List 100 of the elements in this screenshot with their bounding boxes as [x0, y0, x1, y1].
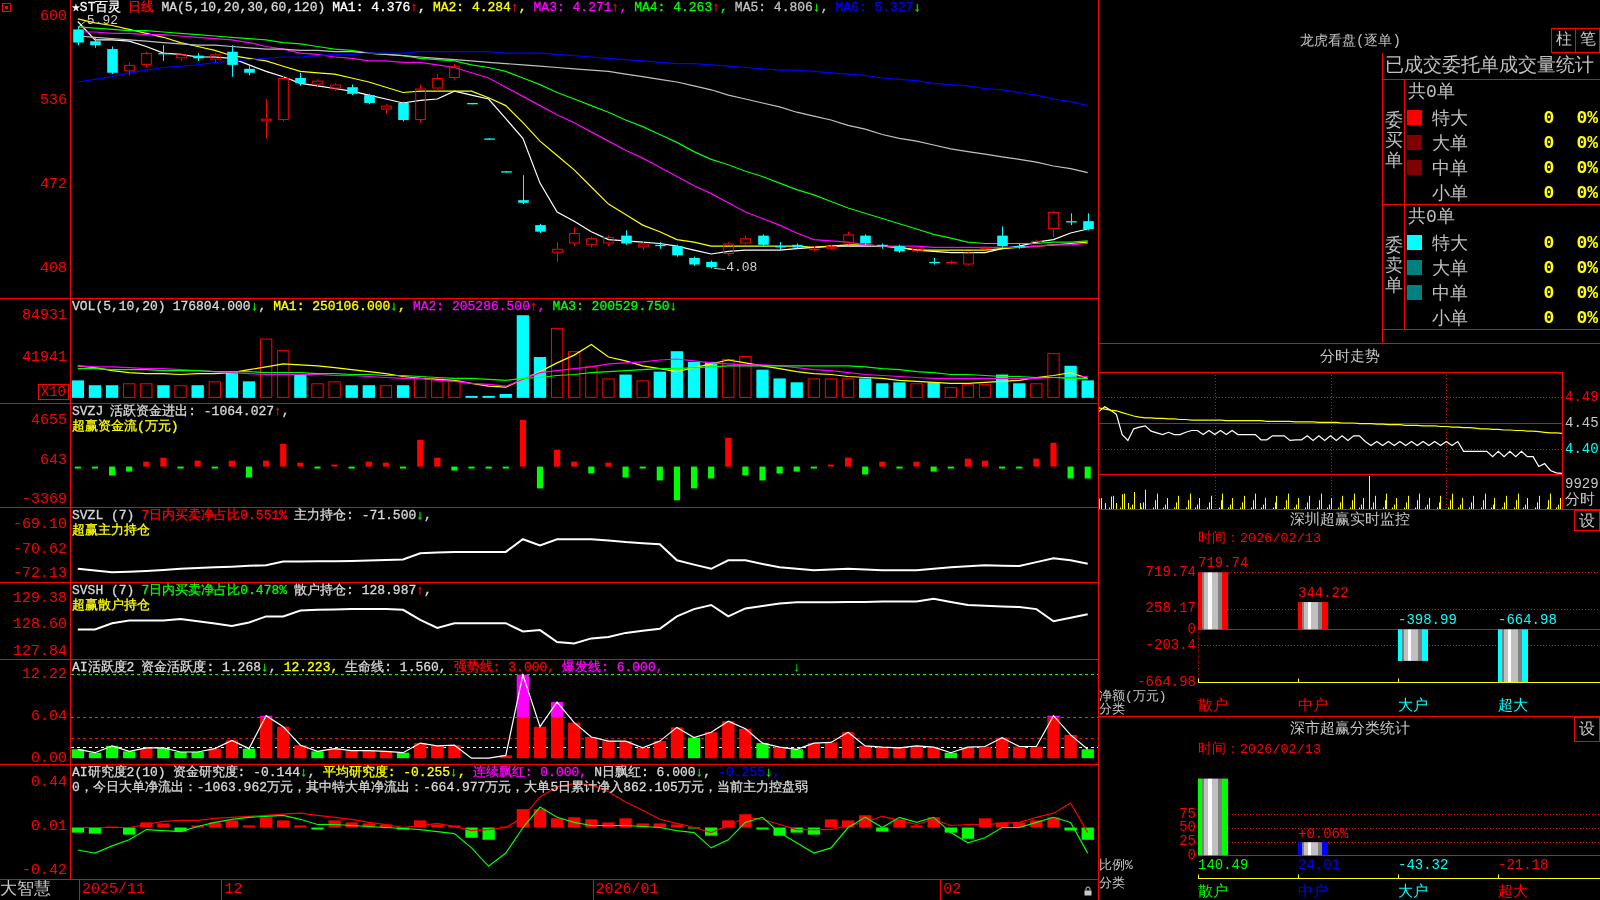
bar: [739, 728, 752, 759]
axis-label: 643: [40, 452, 67, 468]
bar: [690, 466, 698, 489]
indicator-readout: MA3: 4.271↑,: [533, 0, 628, 15]
bar: [71, 380, 84, 398]
bar: [673, 466, 680, 501]
bar: [362, 385, 375, 398]
candlestick: [894, 244, 905, 254]
axis-label: -0.42: [22, 862, 67, 878]
indicator-readout: AI活跃度2: [72, 660, 135, 675]
bar: [756, 827, 769, 830]
category-label: 超大: [1498, 884, 1528, 900]
axis-title: 比例%: [1099, 858, 1133, 872]
timestamp: 时间：2026/02/13: [1197, 742, 1322, 758]
bar: [431, 378, 444, 398]
bar: [619, 818, 632, 828]
bar: [533, 809, 547, 828]
bar: [810, 466, 817, 469]
bar: [160, 457, 167, 467]
value-label: -21.18: [1498, 858, 1549, 872]
axis-label: 4.49: [1565, 389, 1599, 404]
bar: [400, 466, 407, 469]
view-toggle-button[interactable]: 柱: [1551, 28, 1576, 53]
bar: [191, 752, 204, 759]
bar: [379, 385, 393, 398]
bar: [499, 394, 512, 398]
bar: [585, 819, 598, 828]
settings-button[interactable]: 设: [1574, 510, 1600, 531]
panel-title: 深市超赢分类统计: [1288, 719, 1411, 740]
category-label: 大户: [1398, 884, 1428, 900]
bar: [174, 385, 187, 398]
brand-label: 大智慧: [0, 880, 52, 900]
bar: [1198, 572, 1228, 630]
bar: [653, 371, 666, 398]
bar: [482, 395, 495, 398]
bar: [379, 751, 393, 759]
candlestick: [638, 240, 649, 251]
bar: [228, 460, 235, 467]
candlestick: [124, 61, 135, 76]
square-icon[interactable]: [2, 3, 11, 12]
lock-icon[interactable]: [1084, 886, 1092, 896]
axis-label: -69.10: [13, 516, 67, 532]
value-label: -664.98: [1498, 613, 1557, 628]
candlestick: [312, 78, 323, 88]
candlestick: [792, 243, 803, 250]
bar: [468, 466, 475, 469]
bar: [927, 817, 940, 828]
bar: [554, 449, 561, 467]
bar: [157, 385, 170, 398]
bar: [1013, 822, 1026, 828]
indicator-readout: 日线: [128, 0, 155, 15]
bar: [331, 464, 338, 467]
bar: [294, 374, 307, 398]
bar: [448, 825, 461, 828]
candlestick: [1066, 212, 1077, 226]
bar: [619, 374, 632, 398]
candlestick: [672, 244, 683, 258]
bar: [1033, 458, 1040, 467]
category-label: 中户: [1298, 884, 1328, 900]
bar: [742, 466, 749, 476]
axis-label: 4655: [31, 412, 67, 428]
bar: [157, 823, 170, 828]
bar: [999, 466, 1006, 469]
bar: [807, 827, 821, 835]
axis-label: 0.44: [31, 775, 67, 791]
candlestick: [877, 243, 888, 250]
candlestick: [227, 44, 238, 78]
bar: [277, 820, 290, 828]
candlestick: [775, 241, 786, 251]
value-label: 719.74: [1198, 556, 1249, 571]
indicator-readout: VOL(5,10,20): [72, 299, 166, 314]
bar: [1067, 466, 1074, 479]
order-count: 0: [1542, 307, 1556, 328]
indicator-readout: N日飘红: 6.000↓,: [594, 765, 712, 780]
axis-label: 127.84: [13, 643, 67, 659]
axis-label: 472: [40, 176, 67, 192]
bar: [827, 464, 835, 467]
candlestick: [432, 73, 443, 92]
candlestick: [929, 257, 940, 265]
bar: [859, 378, 872, 398]
settings-button[interactable]: 设: [1574, 717, 1600, 742]
bar: [705, 361, 718, 398]
bar: [414, 376, 427, 398]
bar: [841, 732, 855, 759]
leader-line: [78, 20, 87, 28]
candlestick: [1031, 239, 1042, 248]
bar: [996, 737, 1009, 759]
bar: [1047, 817, 1060, 828]
axis-label: 536: [40, 92, 67, 108]
bar: [245, 466, 253, 478]
axis-label: -664.98: [1136, 675, 1196, 689]
bar: [174, 752, 187, 759]
bar: [913, 461, 920, 467]
view-toggle-button[interactable]: 笔: [1575, 28, 1600, 53]
bar: [978, 384, 992, 398]
bar: [776, 466, 783, 474]
bar: [876, 827, 889, 832]
group-label: 委卖单: [1384, 237, 1403, 297]
scale-label: X10: [37, 384, 69, 400]
bar: [242, 825, 256, 828]
